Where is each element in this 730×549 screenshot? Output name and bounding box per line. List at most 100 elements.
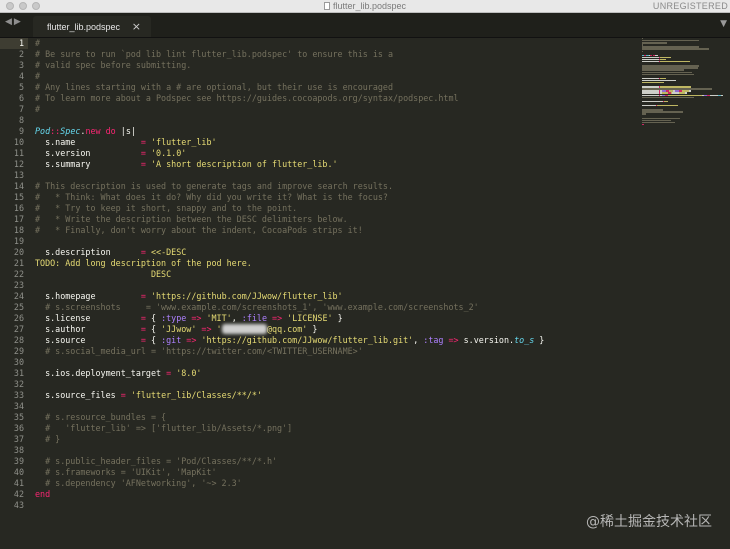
line-number: 10 (13, 137, 24, 147)
tab-flutter-lib-podspec[interactable]: flutter_lib.podspec × (33, 16, 151, 37)
minimap-segment (642, 100, 663, 103)
code-token: => (267, 313, 288, 323)
triangle-down-icon[interactable]: ▼ (720, 19, 727, 29)
code-line[interactable] (35, 379, 635, 390)
code-line[interactable]: # s.resource_bundles = { (35, 412, 635, 423)
code-token: = (140, 324, 151, 334)
code-token: '0.1.0' (150, 148, 187, 158)
line-number: 22 (13, 269, 24, 279)
code-line[interactable]: s.source = { :git => 'https://github.com… (35, 335, 635, 346)
code-line[interactable]: s.homepage = 'https://github.com/JJwow/f… (35, 291, 635, 302)
code-editor[interactable]: 1 2 3 4 5 6 7 8 9 10 11 12 13 14 15 16 17 18 19 20 21 22 23 24 2… (0, 38, 730, 549)
code-token: } (307, 324, 318, 334)
line-number: 12 (13, 159, 24, 169)
code-token: = (140, 335, 151, 345)
line-number: 18 (13, 225, 24, 235)
minimap-segment (660, 61, 690, 63)
tab-bar: ◀▶ flutter_lib.podspec × ▼ (0, 13, 730, 38)
code-line[interactable]: # Any lines starting with a # are option… (35, 82, 635, 93)
code-line[interactable]: s.source_files = 'flutter_lib/Classes/**… (35, 390, 635, 401)
code-token: = (140, 148, 151, 158)
code-line[interactable]: TODO: Add long description of the pod he… (35, 258, 635, 269)
code-line[interactable] (35, 280, 635, 291)
code-line[interactable]: # valid spec before submitting. (35, 60, 635, 71)
code-token: , (413, 335, 424, 345)
code-line[interactable]: # s.frameworks = 'UIKit', 'MapKit' (35, 467, 635, 478)
line-number: 13 (13, 170, 24, 180)
code-line[interactable]: s.ios.deployment_target = '8.0' (35, 368, 635, 379)
code-token: new (85, 126, 101, 136)
code-line[interactable] (35, 236, 635, 247)
line-number: 8 (18, 115, 24, 125)
code-token: { (150, 324, 162, 334)
line-number: 9 (18, 126, 24, 136)
code-line[interactable] (35, 357, 635, 368)
minimap[interactable] (642, 38, 726, 128)
code-token: :tag (423, 335, 444, 345)
close-icon[interactable]: × (132, 20, 141, 33)
line-number: 33 (13, 390, 24, 400)
code-token: # * Think: What does it do? Why did you … (35, 192, 388, 202)
code-token: = (140, 159, 151, 169)
code-token: # This description is used to generate t… (35, 181, 393, 191)
code-line[interactable]: # s.public_header_files = 'Pod/Classes/*… (35, 456, 635, 467)
code-token: s.description (35, 247, 141, 257)
code-line[interactable]: # s.screenshots = 'www.example.com/scree… (35, 302, 635, 313)
watermark: @稀土掘金技术社区 (586, 514, 712, 530)
code-line[interactable]: # 'flutter_lib' => ['flutter_lib/Assets/… (35, 423, 635, 434)
code-token: DESC (35, 269, 172, 279)
code-token: # Be sure to run `pod lib lint flutter_l… (35, 49, 393, 59)
code-line[interactable]: # * Finally, don't worry about the inden… (35, 225, 635, 236)
code-token: s.ios.deployment_target (35, 368, 167, 378)
code-line[interactable]: s.description = <<-DESC (35, 247, 635, 258)
code-line[interactable]: # } (35, 434, 635, 445)
code-line[interactable] (35, 401, 635, 412)
code-line[interactable]: s.summary = 'A short description of flut… (35, 159, 635, 170)
code-token: s.source_files (35, 390, 121, 400)
line-number: 19 (13, 236, 24, 246)
code-line[interactable] (35, 115, 635, 126)
line-number: 40 (13, 467, 24, 477)
code-line[interactable]: # Be sure to run `pod lib lint flutter_l… (35, 49, 635, 60)
line-number: 11 (13, 148, 24, 158)
code-line[interactable] (35, 445, 635, 456)
code-line[interactable]: # To learn more about a Podspec see http… (35, 93, 635, 104)
code-line[interactable]: end (35, 489, 635, 500)
code-token: Pod (35, 126, 51, 136)
code-line[interactable]: # (35, 38, 635, 49)
code-line[interactable]: # (35, 104, 635, 115)
chevron-left-right-icon[interactable]: ◀▶ (5, 17, 23, 27)
code-line[interactable]: s.license = { :type => 'MIT', :file => '… (35, 313, 635, 324)
minimap-segment (642, 123, 645, 126)
code-line[interactable]: # s.social_media_url = 'https://twitter.… (35, 346, 635, 357)
code-line[interactable]: # * Write the description between the DE… (35, 214, 635, 225)
line-number: 26 (13, 313, 24, 323)
line-number: 39 (13, 456, 24, 466)
code-line[interactable]: Pod::Spec.new do |s| (35, 126, 635, 137)
code-line[interactable]: s.name = 'flutter_lib' (35, 137, 635, 148)
code-line[interactable]: # This description is used to generate t… (35, 181, 635, 192)
line-number: 28 (13, 335, 24, 345)
code-line[interactable]: DESC (35, 269, 635, 280)
code-line[interactable] (35, 170, 635, 181)
code-token: 'LICENSE' (287, 313, 333, 323)
code-token: end (35, 489, 51, 499)
code-token: # } (35, 434, 61, 444)
code-line[interactable]: # (35, 71, 635, 82)
code-line[interactable]: # * Think: What does it do? Why did you … (35, 192, 635, 203)
code-line[interactable]: # s.dependency 'AFNetworking', '~> 2.3' (35, 478, 635, 489)
code-token: @qq.com' (266, 324, 308, 334)
code-area[interactable]: # # Be sure to run `pod lib lint flutter_… (35, 38, 635, 511)
code-line[interactable]: s.author = { 'JJwow' => 'xxxxxxxxx@qq.co… (35, 324, 635, 335)
code-line[interactable]: # * Try to keep it short, snappy and to … (35, 203, 635, 214)
code-line[interactable]: s.version = '0.1.0' (35, 148, 635, 159)
code-token: TODO: Add long description of the pod he… (35, 258, 252, 268)
line-number: 23 (13, 280, 24, 290)
line-number: 29 (13, 346, 24, 356)
code-token: = (140, 291, 151, 301)
window-title-text: flutter_lib.podspec (332, 1, 407, 11)
code-token: do (105, 126, 116, 136)
code-line[interactable] (35, 500, 635, 511)
document-icon (323, 2, 330, 10)
line-number: 4 (18, 71, 24, 81)
